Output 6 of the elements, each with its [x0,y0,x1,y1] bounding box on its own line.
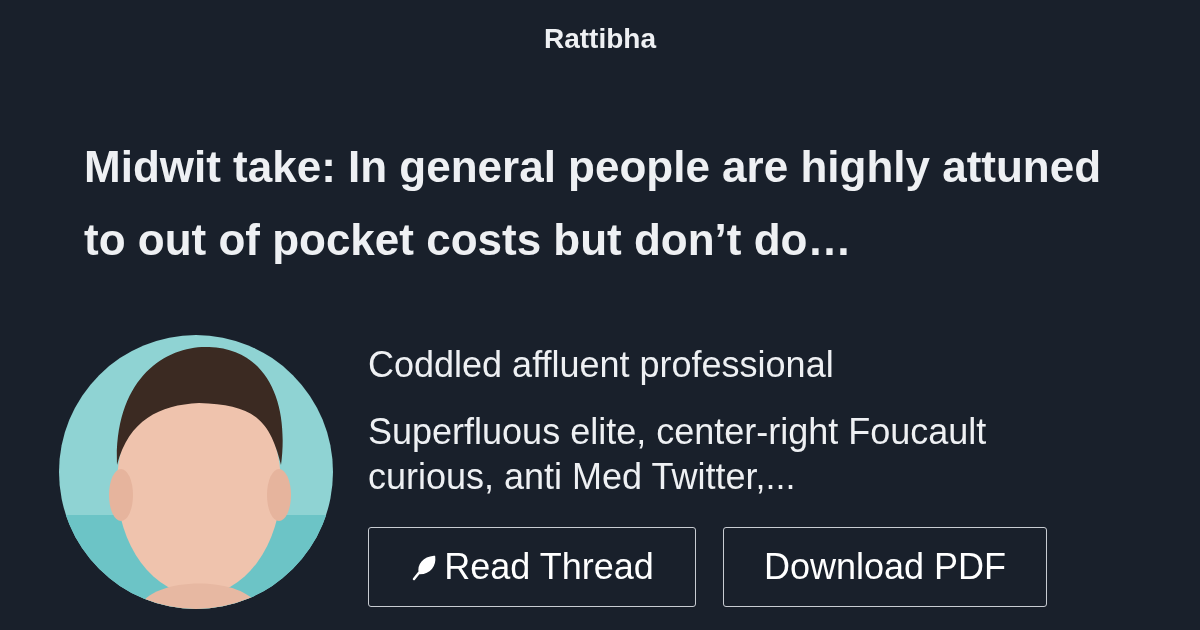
site-name: Rattibha [544,22,656,56]
download-button[interactable]: Download PDF [723,527,1047,607]
author-name: Coddled affluent professional [368,344,835,386]
read-thread-button[interactable]: Read Thread [368,527,696,607]
author-bio: Superfluous elite, center-right Foucault curious, anti Med Twitter,... [368,410,988,499]
thread-title: Midwit take: In general people are highly attuned to out of pocket costs but don’t do… [84,141,1103,266]
